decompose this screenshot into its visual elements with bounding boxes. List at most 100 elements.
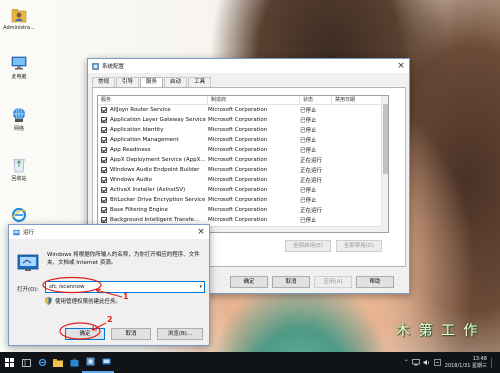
service-name: Windows Audio bbox=[110, 177, 152, 183]
status-cell: 正在运行 bbox=[300, 208, 323, 214]
service-checkbox[interactable] bbox=[101, 207, 107, 213]
run-icon bbox=[17, 254, 39, 271]
run-titlebar[interactable]: 运行 × bbox=[9, 225, 209, 239]
service-checkbox[interactable] bbox=[101, 147, 107, 153]
manufacturer-cell: Microsoft Corporation bbox=[208, 137, 268, 143]
syscfg-ok-button[interactable]: 确定 bbox=[230, 276, 268, 288]
service-checkbox[interactable] bbox=[101, 157, 107, 163]
desktop-icon-ie[interactable] bbox=[2, 206, 36, 225]
table-row[interactable]: BitLocker Drive Encryption Service Micros… bbox=[98, 195, 388, 205]
tab-tools[interactable]: 工具 bbox=[188, 77, 212, 87]
tab-boot[interactable]: 引导 bbox=[116, 77, 140, 87]
table-row[interactable]: Windows Audio Microsoft Corporation 正在运行 bbox=[98, 175, 388, 185]
syscfg-titlebar[interactable]: 系统配置 × bbox=[88, 59, 409, 73]
service-name-cell: Base Filtering Engine bbox=[98, 207, 208, 213]
service-name: BitLocker Drive Encryption Service bbox=[110, 197, 206, 203]
desktop-icon-computer[interactable]: 此电脑 bbox=[2, 54, 36, 80]
table-row[interactable]: Application Management Microsoft Corporat… bbox=[98, 135, 388, 145]
table-row[interactable]: Application Layer Gateway Service Microso… bbox=[98, 115, 388, 125]
clock-date: 2018/1/31 星期三 bbox=[444, 362, 487, 369]
service-checkbox[interactable] bbox=[101, 107, 107, 113]
syscfg-cancel-button[interactable]: 取消 bbox=[272, 276, 310, 288]
service-name: Windows Audio Endpoint Builder bbox=[110, 167, 200, 173]
taskbar-file-explorer[interactable] bbox=[50, 352, 66, 373]
enable-all-button[interactable]: 全部启用(E) bbox=[285, 240, 331, 252]
desktop-icon-label: 网络 bbox=[13, 126, 24, 132]
taskbar-task-view[interactable] bbox=[18, 352, 34, 373]
manufacturer-cell: Microsoft Corporation bbox=[208, 197, 268, 203]
chevron-down-icon[interactable]: ▾ bbox=[199, 282, 202, 292]
syscfg-title: 系统配置 bbox=[102, 64, 125, 70]
gear-icon bbox=[92, 62, 99, 70]
network-icon[interactable] bbox=[411, 359, 420, 366]
service-name-cell: Windows Audio bbox=[98, 177, 208, 183]
gear-icon bbox=[86, 357, 94, 366]
service-checkbox[interactable] bbox=[101, 167, 107, 173]
service-name-cell: BitLocker Drive Encryption Service bbox=[98, 197, 208, 203]
system-tray: ⌃ 13:48 2018/1/31 星期三 bbox=[404, 352, 500, 373]
desktop-icon-network[interactable]: 网络 bbox=[2, 106, 36, 132]
table-row[interactable]: Base Filtering Engine Microsoft Corporati… bbox=[98, 205, 388, 215]
ie-browser-icon bbox=[38, 358, 46, 367]
tab-general[interactable]: 常规 bbox=[92, 77, 116, 87]
volume-icon[interactable] bbox=[423, 359, 431, 366]
annotation-arrow-1 bbox=[95, 288, 123, 298]
service-checkbox[interactable] bbox=[101, 117, 107, 123]
browse-button[interactable]: 浏览(B)... bbox=[157, 328, 203, 340]
service-name-cell: AppX Deployment Service (AppX... bbox=[98, 157, 208, 163]
tab-services[interactable]: 服务 bbox=[140, 77, 164, 87]
service-checkbox[interactable] bbox=[101, 217, 107, 223]
table-row[interactable]: Application Identity Microsoft Corporatio… bbox=[98, 125, 388, 135]
manufacturer-cell: Microsoft Corporation bbox=[208, 127, 268, 133]
desktop-icon-recycle-bin[interactable]: 回收站 bbox=[2, 156, 36, 182]
open-label: 打开(O): bbox=[17, 287, 39, 293]
start-button[interactable] bbox=[0, 352, 18, 373]
status-cell: 正在运行 bbox=[300, 178, 323, 184]
close-icon[interactable]: × bbox=[393, 61, 409, 71]
service-name: Application Management bbox=[110, 137, 179, 143]
desktop-icon-label: 回收站 bbox=[11, 176, 27, 182]
network-icon bbox=[13, 107, 25, 122]
table-row[interactable]: App Readiness Microsoft Corporation 已停止 bbox=[98, 145, 388, 155]
run-cancel-button[interactable]: 取消 bbox=[111, 328, 151, 340]
help-button[interactable]: 帮助 bbox=[356, 276, 394, 288]
desktop-icon-user-folder[interactable]: Administra... bbox=[2, 6, 36, 31]
service-checkbox[interactable] bbox=[101, 177, 107, 183]
table-row[interactable]: AppX Deployment Service (AppX... Microsof… bbox=[98, 155, 388, 165]
apply-button[interactable]: 应用(A) bbox=[314, 276, 352, 288]
chevron-up-icon[interactable]: ⌃ bbox=[404, 359, 409, 366]
taskbar-store[interactable] bbox=[66, 352, 82, 373]
column-header-manufacturer[interactable]: 制造商 bbox=[208, 96, 300, 104]
notifications-icon[interactable] bbox=[491, 357, 496, 368]
tab-startup[interactable]: 启动 bbox=[164, 77, 188, 87]
service-checkbox[interactable] bbox=[101, 197, 107, 203]
column-header-status[interactable]: 状态 bbox=[300, 96, 332, 104]
status-cell: 已停止 bbox=[300, 148, 317, 154]
manufacturer-cell: Microsoft Corporation bbox=[208, 117, 268, 123]
service-name: AppX Deployment Service (AppX... bbox=[110, 157, 206, 163]
vertical-scrollbar[interactable] bbox=[381, 96, 388, 232]
disable-all-button[interactable]: 全部禁用(D) bbox=[336, 240, 382, 252]
run-app-icon bbox=[13, 229, 20, 235]
close-icon[interactable]: × bbox=[193, 227, 209, 237]
service-checkbox[interactable] bbox=[101, 127, 107, 133]
scrollbar-thumb[interactable] bbox=[383, 104, 388, 174]
service-name-cell: Application Identity bbox=[98, 127, 208, 133]
status-cell: 已停止 bbox=[300, 128, 317, 134]
taskbar-clock[interactable]: 13:48 2018/1/31 星期三 bbox=[445, 356, 487, 370]
user-folder-icon bbox=[11, 9, 27, 23]
taskbar-system-configuration[interactable] bbox=[82, 352, 98, 373]
services-list: 服务 制造商 状态 禁用日期 AllJoyn Router Service Mic… bbox=[97, 95, 389, 233]
column-header-service[interactable]: 服务 bbox=[98, 96, 208, 104]
input-method-icon[interactable] bbox=[433, 359, 441, 366]
column-header-disabled-date[interactable]: 禁用日期 bbox=[332, 96, 384, 104]
table-row[interactable]: Windows Audio Endpoint Builder Microsoft … bbox=[98, 165, 388, 175]
status-cell: 已停止 bbox=[300, 218, 317, 224]
table-row[interactable]: ActiveX Installer (AxInstSV) Microsoft Co… bbox=[98, 185, 388, 195]
taskbar-run[interactable] bbox=[98, 352, 114, 373]
service-checkbox[interactable] bbox=[101, 137, 107, 143]
run-title: 运行 bbox=[23, 230, 35, 236]
table-row[interactable]: AllJoyn Router Service Microsoft Corporat… bbox=[98, 105, 388, 115]
taskbar-ie[interactable] bbox=[34, 352, 50, 373]
service-checkbox[interactable] bbox=[101, 187, 107, 193]
